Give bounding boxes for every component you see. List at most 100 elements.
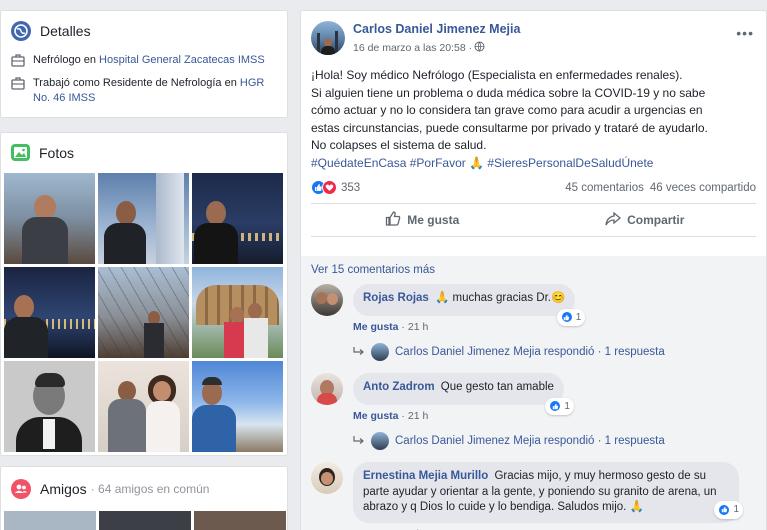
share-button[interactable]: Compartir <box>534 204 757 236</box>
post-text-line: Si alguien tiene un problema o duda médi… <box>311 85 706 100</box>
post-card: Carlos Daniel Jimenez Mejia 16 de marzo … <box>300 10 767 530</box>
reactions-bar: 353 45 comentarios 46 veces compartido <box>301 172 766 201</box>
comment-text: Que gesto tan amable <box>440 381 554 393</box>
friends-title[interactable]: Amigos <box>40 481 87 497</box>
comment-like-link[interactable]: Me gusta <box>353 410 399 422</box>
thumbs-up-icon <box>385 211 401 229</box>
comment-text-line: Gracias mijo, y muy hermoso gesto de su <box>494 470 707 482</box>
like-button[interactable]: Me gusta <box>311 204 534 236</box>
love-reaction-icon <box>322 180 337 195</box>
comment-like-link[interactable]: Me gusta <box>353 321 399 333</box>
like-reaction-icon <box>718 503 731 516</box>
friends-icon <box>11 479 31 499</box>
reply-avatar <box>371 343 389 361</box>
globe-icon <box>11 21 31 41</box>
replies-link[interactable]: Carlos Daniel Jimenez Mejia respondió · … <box>353 343 756 361</box>
detail-work-link[interactable]: Hospital General Zacatecas IMSS <box>99 54 265 66</box>
details-title: Detalles <box>40 23 91 39</box>
photo-5[interactable] <box>98 267 189 358</box>
comments-count[interactable]: 45 comentarios <box>565 182 644 194</box>
detail-past-work: Trabajó como Residente de Nefrología en … <box>1 74 287 112</box>
detail-work-prefix: Nefrólogo en <box>33 54 100 66</box>
reply-arrow-icon <box>353 435 365 448</box>
photo-6[interactable] <box>192 267 283 358</box>
reply-avatar <box>371 432 389 450</box>
commenter-name[interactable]: Ernestina Mejia Murillo <box>363 470 488 482</box>
reply-arrow-icon <box>353 346 365 359</box>
post-text-line: No colapses el sistema de salud. <box>311 138 487 152</box>
shares-count[interactable]: 46 veces compartido <box>650 182 756 194</box>
comment-time[interactable]: 21 h <box>408 321 428 333</box>
comment-text-line: parte ayudar y orientar a la gente, y po… <box>363 485 717 498</box>
mutual-friends-count[interactable]: · 64 amigos en común <box>91 482 210 496</box>
comment-item: Rojas Rojas 🙏 muchas gracias Dr.😊 1 <box>311 284 756 326</box>
like-reaction-icon <box>549 400 562 413</box>
comment-text-line: abrazo y q Dios lo cuide y lo bendiga. S… <box>363 501 644 513</box>
photo-7[interactable] <box>4 361 95 452</box>
post-options-icon[interactable]: ••• <box>736 25 754 41</box>
briefcase-icon <box>11 54 25 67</box>
comment-item: Anto Zadrom Que gesto tan amable 1 <box>311 373 756 415</box>
comment-reactions[interactable]: 1 <box>714 501 743 519</box>
photos-header: Fotos <box>1 133 287 173</box>
view-more-comments[interactable]: Ver 15 comentarios más <box>311 264 756 276</box>
friends-header: Amigos · 64 amigos en común <box>1 467 287 511</box>
friend-photo[interactable] <box>99 511 191 530</box>
post-text-line: ¡Hola! Soy médico Nefrólogo (Especialist… <box>311 68 683 82</box>
commenter-avatar[interactable] <box>311 284 343 316</box>
comment-like-count: 1 <box>575 311 582 323</box>
friend-photo[interactable] <box>194 511 286 530</box>
briefcase-icon <box>11 77 25 90</box>
post-hashtags[interactable]: #QuédateEnCasa #PorFavor 🙏 #SieresPerson… <box>311 155 756 173</box>
friends-card: Amigos · 64 amigos en común <box>0 466 288 530</box>
reply-summary[interactable]: Carlos Daniel Jimenez Mejia respondió · … <box>395 435 665 447</box>
post-text-line: estas circunstancias, puede consultarme … <box>311 120 708 135</box>
comment-like-count: 1 <box>733 504 739 515</box>
photo-3[interactable] <box>192 173 283 264</box>
author-avatar[interactable] <box>311 21 345 55</box>
friend-photo[interactable] <box>4 511 96 530</box>
post-author[interactable]: Carlos Daniel Jimenez Mejia <box>353 22 520 36</box>
comment-time[interactable]: 21 h <box>408 410 428 422</box>
post-date[interactable]: 16 de marzo a las 20:58 · <box>353 42 472 54</box>
share-icon <box>605 211 622 229</box>
post-header: Carlos Daniel Jimenez Mejia 16 de marzo … <box>301 11 766 63</box>
photo-grid <box>1 173 287 452</box>
comment-bubble: Ernestina Mejia Murillo Gracias mijo, y … <box>353 462 743 523</box>
share-label: Compartir <box>627 213 685 227</box>
detail-work: Nefrólogo en Hospital General Zacatecas … <box>1 51 287 74</box>
commenter-name[interactable]: Anto Zadrom <box>363 381 435 393</box>
comment-reactions[interactable]: 1 <box>545 397 574 415</box>
like-label: Me gusta <box>407 213 460 227</box>
reaction-count[interactable]: 353 <box>341 182 360 194</box>
post-meta: 16 de marzo a las 20:58 · <box>353 41 520 55</box>
reply-summary[interactable]: Carlos Daniel Jimenez Mejia respondió · … <box>395 346 665 358</box>
commenter-avatar[interactable] <box>311 462 343 494</box>
photo-8[interactable] <box>98 361 189 452</box>
like-reaction-icon <box>560 311 573 324</box>
comment-text: 🙏 muchas gracias Dr.😊 <box>435 292 566 304</box>
comments-section: Ver 15 comentarios más Rojas Rojas 🙏 muc… <box>301 256 766 530</box>
photo-2[interactable] <box>98 173 189 264</box>
post-actions: Me gusta Compartir <box>311 203 756 237</box>
comment-item: Ernestina Mejia Murillo Gracias mijo, y … <box>311 462 756 523</box>
detail-past-prefix: Trabajó como Residente de Nefrología en <box>33 77 240 89</box>
photo-1[interactable] <box>4 173 95 264</box>
comment-reactions[interactable]: 1 <box>556 308 586 326</box>
replies-link[interactable]: Carlos Daniel Jimenez Mejia respondió · … <box>353 432 756 450</box>
commenter-avatar[interactable] <box>311 373 343 405</box>
public-globe-icon <box>474 41 485 55</box>
comment-footer: Me gusta · 21 h <box>353 321 429 333</box>
comment-like-count: 1 <box>564 400 570 412</box>
post-text-line: cómo actuar y no lo considera tan grave … <box>311 103 703 117</box>
details-header: Detalles <box>1 11 287 51</box>
post-text: ¡Hola! Soy médico Nefrólogo (Especialist… <box>301 63 766 172</box>
photos-icon <box>11 144 30 161</box>
photos-title: Fotos <box>39 144 75 161</box>
comment-bubble: Rojas Rojas 🙏 muchas gracias Dr.😊 1 <box>353 284 586 326</box>
details-card: Detalles Nefrólogo en Hospital General Z… <box>0 10 288 118</box>
comment-bubble: Anto Zadrom Que gesto tan amable 1 <box>353 373 574 415</box>
photo-9[interactable] <box>192 361 283 452</box>
photo-4[interactable] <box>4 267 95 358</box>
commenter-name[interactable]: Rojas Rojas <box>363 292 429 304</box>
